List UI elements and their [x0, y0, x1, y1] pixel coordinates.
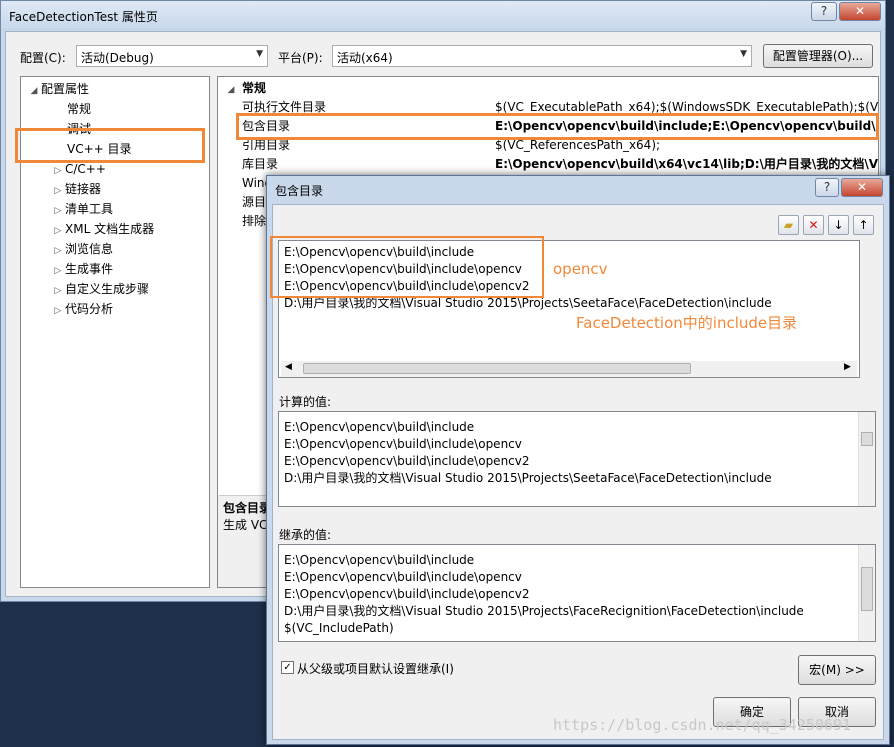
tree-item[interactable]: ▷ 自定义生成步骤: [51, 279, 149, 299]
dialog-close-button[interactable]: ✕: [841, 178, 883, 197]
grid-row-name: 库目录: [242, 157, 279, 171]
chevron-down-icon: ▼: [740, 49, 747, 59]
tree-item[interactable]: 常规: [67, 99, 91, 119]
expand-icon[interactable]: ▷: [51, 301, 65, 321]
list-item: E:\Opencv\opencv\build\include\opencv: [284, 570, 522, 584]
scrollbar-thumb[interactable]: [861, 567, 873, 611]
scrollbar-thumb[interactable]: [303, 363, 691, 374]
list-item: E:\Opencv\opencv\build\include: [284, 420, 475, 434]
scrollbar-thumb[interactable]: [861, 432, 873, 446]
tree-root-label: 配置属性: [41, 82, 90, 96]
tree-root[interactable]: ◢ 配置属性: [27, 79, 89, 99]
chevron-down-icon: ▼: [256, 49, 263, 59]
grid-row-name: 源目: [242, 195, 267, 209]
highlight-opencv-entries: [270, 236, 544, 298]
grid-section-label: 常规: [242, 81, 267, 95]
expand-icon[interactable]: ▷: [51, 241, 65, 261]
title-bar: FaceDetectionTest 属性页 ? ✕: [1, 1, 885, 31]
scroll-left-icon[interactable]: ◀: [285, 362, 292, 372]
expand-icon[interactable]: ▷: [51, 221, 65, 241]
list-item: D:\用户目录\我的文档\Visual Studio 2015\Projects…: [284, 471, 772, 485]
highlight-vc-dirs: [15, 128, 205, 163]
delete-icon[interactable]: ✕: [803, 215, 824, 235]
watermark: https://blog.csdn.net/qq_34250691: [553, 716, 852, 734]
config-label: 配置(C):: [20, 51, 66, 65]
inherited-label: 继承的值:: [279, 528, 332, 542]
dialog-client: ▰ ✕ ↓ ↑ E:\Opencv\opencv\build\include E:…: [270, 204, 884, 740]
close-button[interactable]: ✕: [839, 2, 881, 21]
tree-item-label: 自定义生成步骤: [65, 282, 150, 296]
include-dirs-dialog: 包含目录 ? ✕ ▰ ✕ ↓ ↑ E:\Opencv\opencv\build\…: [266, 175, 890, 745]
new-folder-icon[interactable]: ▰: [778, 215, 799, 235]
platform-label: 平台(P):: [278, 51, 323, 65]
description-text: 生成 VC: [223, 518, 268, 532]
tree-item[interactable]: ▷ 代码分析: [51, 299, 113, 319]
macro-button[interactable]: 宏(M) >>: [798, 655, 876, 685]
tree-item[interactable]: ▷ 生成事件: [51, 259, 113, 279]
expand-icon[interactable]: ▷: [51, 281, 65, 301]
tree-item-label: 代码分析: [65, 302, 114, 316]
window-title: FaceDetectionTest 属性页: [9, 10, 158, 24]
list-toolbar: ▰ ✕ ↓ ↑: [778, 215, 878, 235]
description-title: 包含目录: [223, 501, 272, 515]
list-item: D:\用户目录\我的文档\Visual Studio 2015\Projects…: [284, 604, 804, 618]
tree-item-label: C/C++: [65, 162, 106, 176]
vertical-scrollbar[interactable]: [858, 412, 875, 506]
collapse-icon: ◢: [30, 86, 38, 96]
checkbox-check-icon[interactable]: ✓: [281, 661, 294, 674]
tree-item-label: XML 文档生成器: [65, 222, 155, 236]
vertical-scrollbar[interactable]: [858, 545, 875, 641]
list-item: E:\Opencv\opencv\build\include\opencv2: [284, 454, 530, 468]
list-item: E:\Opencv\opencv\build\include: [284, 553, 475, 567]
expand-icon[interactable]: ▷: [51, 261, 65, 281]
highlight-include-row: [236, 113, 879, 140]
scroll-right-icon[interactable]: ▶: [844, 362, 851, 372]
expand-icon[interactable]: ▷: [51, 201, 65, 221]
tree-item-label: 常规: [67, 102, 92, 116]
tree-item[interactable]: ▷ 链接器: [51, 179, 101, 199]
grid-section[interactable]: ◢ 常规: [218, 79, 878, 98]
horizontal-scrollbar[interactable]: ◀ ▶: [281, 361, 857, 377]
collapse-icon: ◢: [227, 85, 235, 95]
grid-row-value: E:\Opencv\opencv\build\x64\vc14\lib;D:\用…: [495, 157, 878, 171]
annotation-opencv: opencv: [553, 260, 608, 278]
list-item: $(VC_IncludePath): [284, 621, 394, 635]
tree-item[interactable]: ▷ 清单工具: [51, 199, 113, 219]
move-down-icon[interactable]: ↓: [828, 215, 849, 235]
platform-select[interactable]: 活动(x64) ▼: [332, 45, 752, 67]
move-up-icon[interactable]: ↑: [853, 215, 874, 235]
config-select[interactable]: 活动(Debug) ▼: [76, 45, 268, 67]
evaluated-list: E:\Opencv\opencv\build\include E:\Opencv\…: [278, 411, 876, 507]
help-button[interactable]: ?: [811, 2, 837, 21]
tree-item[interactable]: ▷ XML 文档生成器: [51, 219, 155, 241]
grid-row-name: 排除: [242, 214, 267, 228]
list-item: E:\Opencv\opencv\build\include\opencv: [284, 437, 522, 451]
tree-item-label: 生成事件: [65, 262, 114, 276]
tree-item-label: 清单工具: [65, 202, 114, 216]
config-manager-button[interactable]: 配置管理器(O)...: [763, 44, 873, 68]
dialog-help-button[interactable]: ?: [815, 178, 839, 197]
evaluated-label: 计算的值:: [279, 395, 332, 409]
grid-row[interactable]: 库目录 E:\Opencv\opencv\build\x64\vc14\lib;D…: [218, 155, 878, 174]
platform-select-value: 活动(x64): [337, 51, 393, 65]
tree-item-label: 浏览信息: [65, 242, 114, 256]
config-select-value: 活动(Debug): [81, 51, 154, 65]
expand-icon[interactable]: ▷: [51, 161, 65, 181]
inherit-checkbox-label: 从父级或项目默认设置继承(I): [297, 662, 454, 676]
tree-item-label: 链接器: [65, 182, 102, 196]
list-item: E:\Opencv\opencv\build\include\opencv2: [284, 587, 530, 601]
tree-item[interactable]: ▷ 浏览信息: [51, 239, 113, 259]
dialog-title: 包含目录: [275, 184, 324, 198]
expand-icon[interactable]: ▷: [51, 181, 65, 201]
inherited-list: E:\Opencv\opencv\build\include E:\Opencv\…: [278, 544, 876, 642]
annotation-face-detection: FaceDetection中的include目录: [576, 314, 798, 332]
